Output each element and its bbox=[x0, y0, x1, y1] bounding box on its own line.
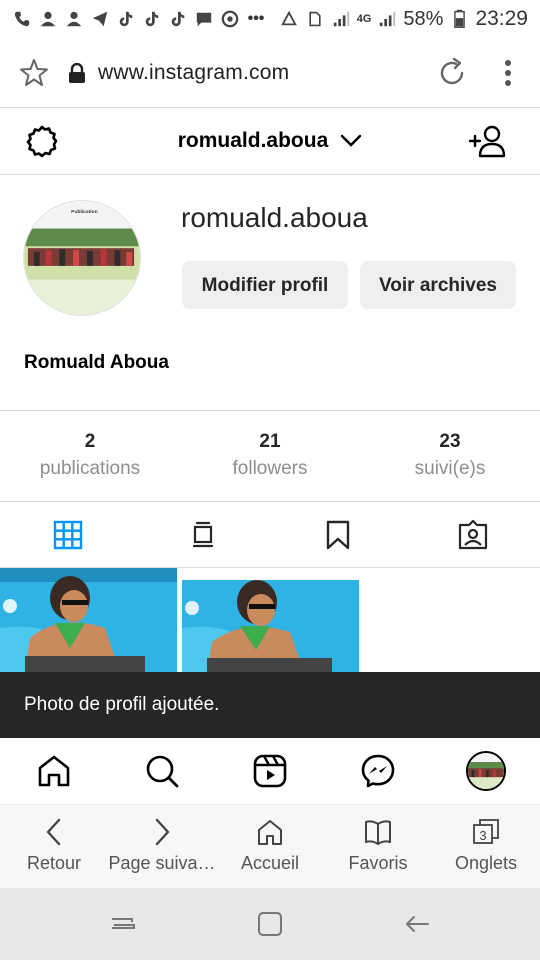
browser-nav-label: Page suiva… bbox=[108, 853, 216, 873]
tab-tagged[interactable] bbox=[405, 502, 540, 567]
profile-full-name: Romuald Aboua bbox=[24, 352, 169, 373]
message-icon bbox=[194, 9, 214, 29]
contact-icon bbox=[64, 9, 84, 29]
browser-url-bar: www.instagram.com bbox=[0, 38, 540, 108]
settings-gear-icon[interactable] bbox=[24, 124, 60, 160]
browser-back-button[interactable]: Retour bbox=[0, 805, 108, 888]
stat-publications[interactable]: 2 publications bbox=[0, 411, 180, 501]
more-options-icon[interactable] bbox=[504, 59, 512, 87]
tab-grid[interactable] bbox=[0, 502, 135, 567]
view-archive-button[interactable]: Voir archives bbox=[360, 261, 516, 309]
browser-bookmarks-button[interactable]: Favoris bbox=[324, 805, 432, 888]
stat-count: 23 bbox=[439, 431, 461, 452]
chevron-left-icon bbox=[46, 818, 61, 846]
tiktok-icon bbox=[116, 9, 136, 29]
post-thumbnail[interactable] bbox=[0, 568, 177, 672]
chevron-down-icon bbox=[341, 134, 362, 147]
avatar-caption: Publication bbox=[71, 209, 97, 215]
phone-icon bbox=[12, 9, 32, 29]
browser-nav-label: Accueil bbox=[240, 853, 300, 873]
search-icon bbox=[146, 755, 179, 788]
browser-tabs-button[interactable]: 3 Onglets bbox=[432, 805, 540, 888]
home-button-icon[interactable] bbox=[255, 909, 285, 939]
browser-bottom-toolbar: Retour Page suiva… Accueil Favoris 3 Ong… bbox=[0, 804, 540, 888]
posts-grid bbox=[0, 568, 540, 672]
tab-saved[interactable] bbox=[270, 502, 405, 567]
chrome-icon bbox=[220, 9, 240, 29]
nav-home[interactable] bbox=[0, 753, 108, 789]
feed-icon bbox=[192, 521, 213, 547]
instagram-bottom-nav bbox=[0, 738, 540, 804]
nav-avatar bbox=[466, 751, 506, 791]
add-user-icon[interactable] bbox=[468, 124, 506, 158]
recent-apps-icon[interactable] bbox=[108, 909, 138, 939]
profile-tabs bbox=[0, 502, 540, 568]
profile-username: romuald.aboua bbox=[181, 202, 368, 233]
battery-percent: 58% bbox=[403, 7, 444, 30]
stat-label: publications bbox=[39, 458, 141, 479]
browser-nav-label: Retour bbox=[26, 853, 82, 873]
tabs-icon: 3 bbox=[473, 819, 499, 844]
toast-message: Photo de profil ajoutée. bbox=[24, 694, 220, 715]
toast-notification: Photo de profil ajoutée. bbox=[0, 672, 540, 738]
profile-avatar[interactable]: Publication bbox=[23, 200, 141, 316]
notification-icons: ••• bbox=[12, 9, 279, 29]
browser-home-button[interactable]: Accueil bbox=[216, 805, 324, 888]
tagged-icon bbox=[458, 519, 487, 549]
data-saver-icon bbox=[279, 9, 299, 29]
stat-label: suivi(e)s bbox=[414, 458, 486, 479]
signal-icon bbox=[377, 9, 397, 29]
nav-profile[interactable] bbox=[432, 751, 540, 791]
tiktok-icon bbox=[168, 9, 188, 29]
bookmark-icon bbox=[326, 520, 349, 549]
instagram-header: romuald.aboua bbox=[0, 108, 540, 175]
home-icon bbox=[258, 820, 282, 845]
messenger-icon bbox=[361, 754, 395, 788]
stat-count: 21 bbox=[259, 431, 281, 452]
stat-followers[interactable]: 21 followers bbox=[180, 411, 360, 501]
missed-call-icon bbox=[38, 9, 58, 29]
status-indicators: 4G 58% 23:29 bbox=[279, 7, 528, 31]
avatar-image bbox=[468, 753, 504, 789]
post-image bbox=[182, 568, 359, 672]
sim-icon bbox=[305, 9, 325, 29]
nav-messenger[interactable] bbox=[324, 753, 432, 789]
chevron-right-icon bbox=[155, 818, 170, 846]
tab-feed[interactable] bbox=[135, 502, 270, 567]
tab-count: 3 bbox=[479, 828, 486, 843]
nav-search[interactable] bbox=[108, 753, 216, 789]
header-username: romuald.aboua bbox=[177, 129, 329, 152]
more-notifications-icon: ••• bbox=[247, 10, 265, 27]
home-icon bbox=[38, 755, 70, 787]
android-nav-bar bbox=[0, 888, 540, 960]
browser-nav-label: Favoris bbox=[348, 853, 408, 873]
book-icon bbox=[365, 820, 391, 845]
reload-icon[interactable] bbox=[436, 57, 468, 89]
account-switcher[interactable]: romuald.aboua bbox=[178, 129, 363, 153]
url-text[interactable]: www.instagram.com bbox=[98, 61, 436, 85]
nav-reels[interactable] bbox=[216, 753, 324, 789]
telegram-icon bbox=[90, 9, 110, 29]
browser-nav-label: Onglets bbox=[454, 853, 518, 873]
lock-icon bbox=[69, 62, 85, 83]
clock: 23:29 bbox=[475, 7, 528, 30]
profile-stats: 2 publications 21 followers 23 suivi(e)s bbox=[0, 410, 540, 502]
browser-forward-button[interactable]: Page suiva… bbox=[108, 805, 216, 888]
tiktok-icon bbox=[142, 9, 162, 29]
post-thumbnail[interactable] bbox=[182, 568, 359, 672]
post-image bbox=[0, 568, 177, 672]
reels-icon bbox=[253, 754, 287, 788]
edit-profile-button[interactable]: Modifier profil bbox=[182, 261, 348, 309]
signal-icon bbox=[331, 9, 351, 29]
grid-icon bbox=[53, 520, 82, 549]
stat-label: followers bbox=[232, 458, 308, 479]
stat-following[interactable]: 23 suivi(e)s bbox=[360, 411, 540, 501]
bookmark-star-icon[interactable] bbox=[18, 57, 50, 89]
network-type: 4G bbox=[356, 13, 372, 25]
stat-count: 2 bbox=[84, 431, 96, 452]
battery-icon bbox=[449, 9, 469, 29]
status-bar: ••• 4G 58% 23:29 bbox=[0, 0, 540, 38]
avatar-image: Publication bbox=[24, 201, 140, 315]
back-icon[interactable] bbox=[402, 909, 432, 939]
